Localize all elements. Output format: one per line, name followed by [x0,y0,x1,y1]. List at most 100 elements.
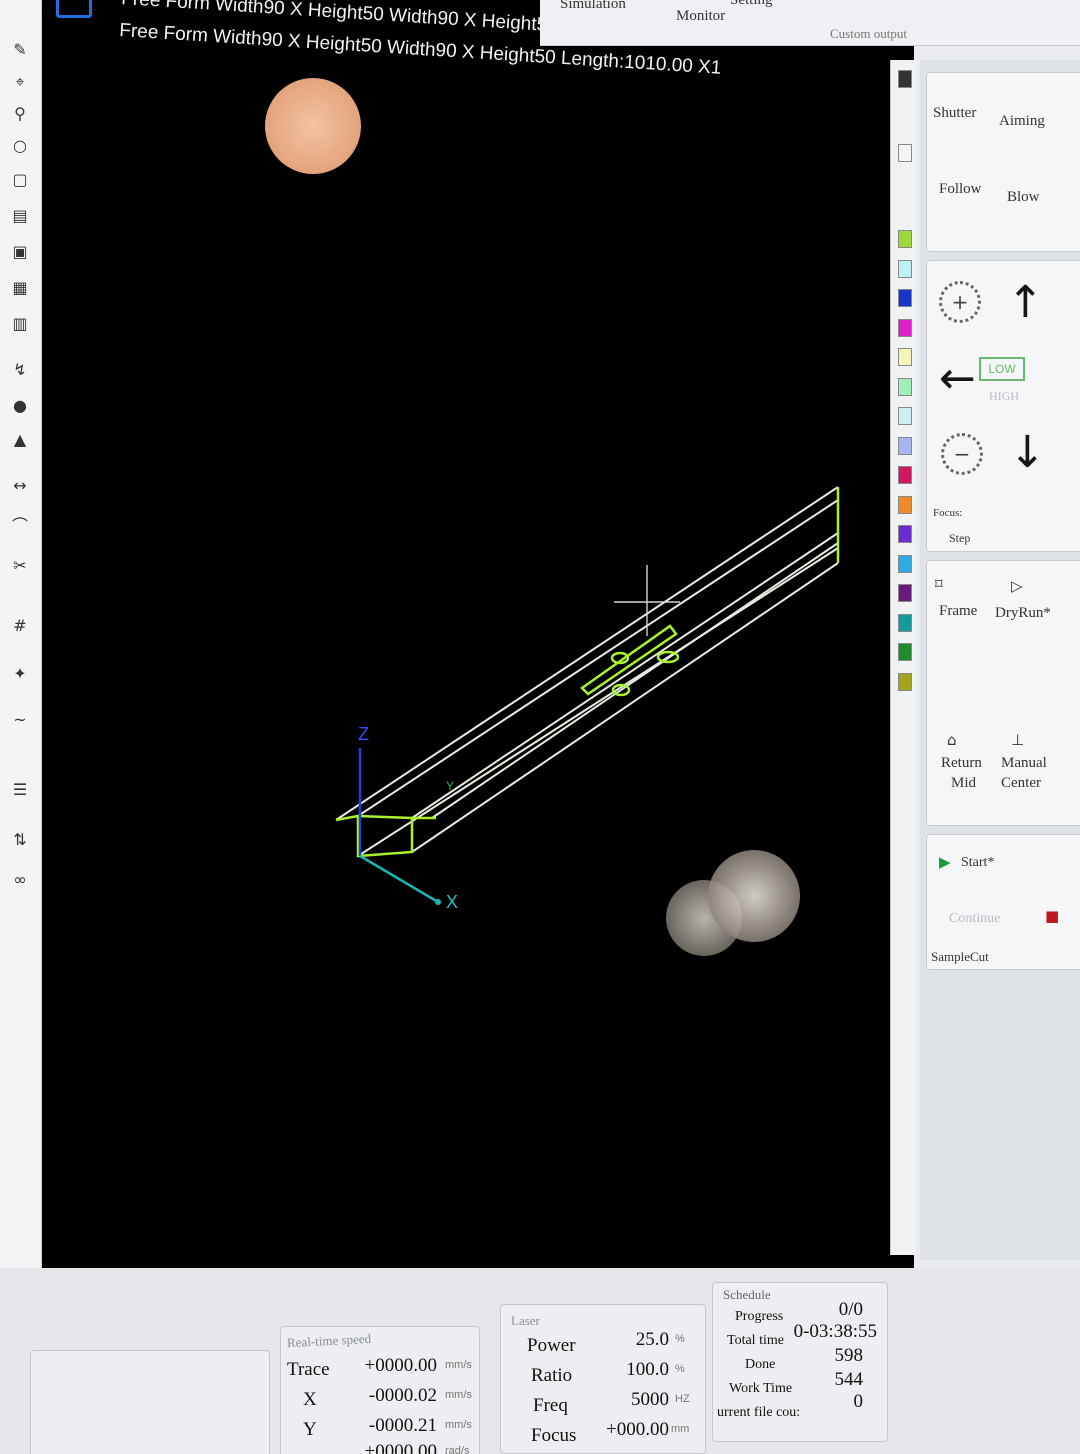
speed-x-label: X [303,1389,317,1410]
follow-button[interactable]: Follow [939,181,982,198]
curve-icon[interactable]: ~ [10,710,30,730]
sort-icon[interactable]: ⇅ [10,830,30,850]
layer-swatch[interactable] [898,495,912,514]
tab-setting[interactable]: Setting [730,0,773,9]
layer-color-strip [890,60,916,1255]
tab-simulation[interactable]: Simulation [560,0,626,13]
return-mid-icon: ⌂ [947,731,957,749]
layer-swatch[interactable] [898,407,912,425]
jog-group: + ↑ ← LOW HIGH − ↓ Focus: Step [926,260,1080,552]
speed-high-indicator[interactable]: HIGH [989,389,1019,404]
layer-swatch[interactable] [898,436,912,455]
cut-icon[interactable]: ▲ [10,430,30,450]
array-icon[interactable]: ▥ [10,314,30,334]
measure-icon[interactable]: ↔ [10,476,30,496]
layer-lock-icon[interactable] [898,70,912,88]
manual-center-button-line2[interactable]: Center [1001,775,1041,792]
align-icon[interactable]: ▤ [10,206,30,226]
shutter-button[interactable]: Shutter [933,105,976,122]
layer-swatch[interactable] [898,672,912,691]
focus-unit: mm [671,1423,690,1435]
total-time-value: 0-03:38:55 [793,1321,877,1342]
laser-toggle-group: Shutter Aiming Follow Blow [926,72,1080,252]
layer-swatch[interactable] [898,318,912,337]
lead-icon[interactable]: ↯ [10,360,30,380]
aiming-button[interactable]: Aiming [999,113,1045,130]
zoom-icon[interactable]: ⚲ [10,104,30,124]
layer-swatch[interactable] [898,348,912,366]
ratio-label: Ratio [531,1365,573,1386]
manual-center-button-line1[interactable]: Manual [1001,755,1047,772]
layer-check-icon[interactable] [898,144,912,162]
stop-icon[interactable]: ■ [1045,907,1059,925]
step-checkbox[interactable]: Step [949,531,970,546]
drawing-canvas[interactable]: Free Form Width90 X Height50 Width90 X H… [42,0,914,1345]
arrow-up-icon[interactable]: ↑ [1007,281,1044,325]
layer-swatch[interactable] [898,643,912,661]
power-unit: % [675,1333,685,1345]
sample-cut-checkbox[interactable]: SampleCut [931,949,989,965]
node-edit-icon[interactable]: ⌖ [10,72,30,92]
link-icon[interactable]: ∞ [10,870,30,890]
app-window: ✎ ⌖ ⚲ ○ ▢ ▤ ▣ ▦ ▥ ↯ ● ▲ ↔ ⌒ ✂ # ✦ ~ ☰ ⇅ … [0,0,1080,1454]
trace-unit: mm/s [445,1359,472,1371]
coordinates-panel [30,1350,270,1454]
freq-unit: HZ [675,1393,690,1405]
beam-wireframe [335,486,839,857]
layer-swatch[interactable] [898,584,912,602]
done-value: 598 [834,1345,864,1366]
arrow-left-icon[interactable]: ← [939,357,976,401]
coordinates-title [41,1355,44,1371]
rotate-cw-icon[interactable]: + [939,281,981,323]
speed-x-unit: mm/s [445,1389,472,1401]
bridge-icon[interactable]: ⌒ [10,516,30,536]
dry-run-button[interactable]: DryRun* [995,605,1051,622]
axis-y-label: Y [446,779,454,793]
layer-swatch[interactable] [898,377,912,396]
layer-swatch[interactable] [898,289,912,307]
focus-value: +000.00 [606,1419,669,1440]
layer-swatch[interactable] [898,525,912,543]
current-file-value: 0 [853,1391,864,1412]
ratio-value: 100.0 [626,1359,669,1380]
circle-tool-icon[interactable]: ○ [10,136,30,156]
arrow-down-icon[interactable]: ↓ [1009,431,1046,475]
laser-panel: Laser Power 25.0 % Ratio 100.0 % Freq 50… [500,1304,706,1454]
speed-y-label: Y [303,1419,317,1440]
nest-icon[interactable]: # [10,616,30,636]
trace-label: Trace [287,1359,330,1380]
left-toolbar: ✎ ⌖ ⚲ ○ ▢ ▤ ▣ ▦ ▥ ↯ ● ▲ ↔ ⌒ ✂ # ✦ ~ ☰ ⇅ … [0,0,42,1350]
layer-swatch[interactable] [898,259,912,278]
knife-icon[interactable]: ✂ [10,556,30,576]
tab-custom-output[interactable]: Custom output [830,26,907,42]
blow-button[interactable]: Blow [1007,189,1040,206]
pointer-icon[interactable]: ✎ [10,40,30,60]
speed-low-indicator[interactable]: LOW [979,357,1025,381]
drop-icon[interactable]: ● [10,396,30,416]
freq-value: 5000 [631,1389,669,1410]
speed-y-value: -0000.21 [368,1415,437,1436]
layer-swatch[interactable] [898,613,912,632]
power-label: Power [527,1335,576,1356]
pin-icon[interactable]: ✦ [10,664,30,684]
continue-button[interactable]: Continue [949,911,1000,927]
layers-icon[interactable]: ☰ [10,780,30,800]
layer-swatch[interactable] [898,466,912,484]
layer-swatch[interactable] [898,230,912,248]
speed-extra-unit: rad/s [445,1445,470,1454]
axis-x-label: X [446,892,458,912]
status-bar: Real-time speed Trace +0000.00 mm/s X -0… [0,1268,1080,1454]
rectangle-tool-icon[interactable]: ▢ [10,170,30,190]
work-time-label: Work Time [729,1381,793,1396]
grid-icon[interactable]: ▦ [10,278,30,298]
tab-monitor[interactable]: Monitor [676,8,725,25]
return-mid-button-line2[interactable]: Mid [951,775,976,792]
start-button[interactable]: Start* [961,855,994,871]
rotate-ccw-icon[interactable]: − [941,433,983,475]
layer-swatch[interactable] [898,554,912,573]
frame-button[interactable]: Frame [939,603,977,620]
run-group: ▶ Start* Continue ■ SampleCut [926,834,1080,970]
ribbon-tabs: Simulation Monitor Setting Custom output [540,0,1080,46]
return-mid-button-line1[interactable]: Return [941,755,982,772]
frame-tool-icon[interactable]: ▣ [10,242,30,262]
